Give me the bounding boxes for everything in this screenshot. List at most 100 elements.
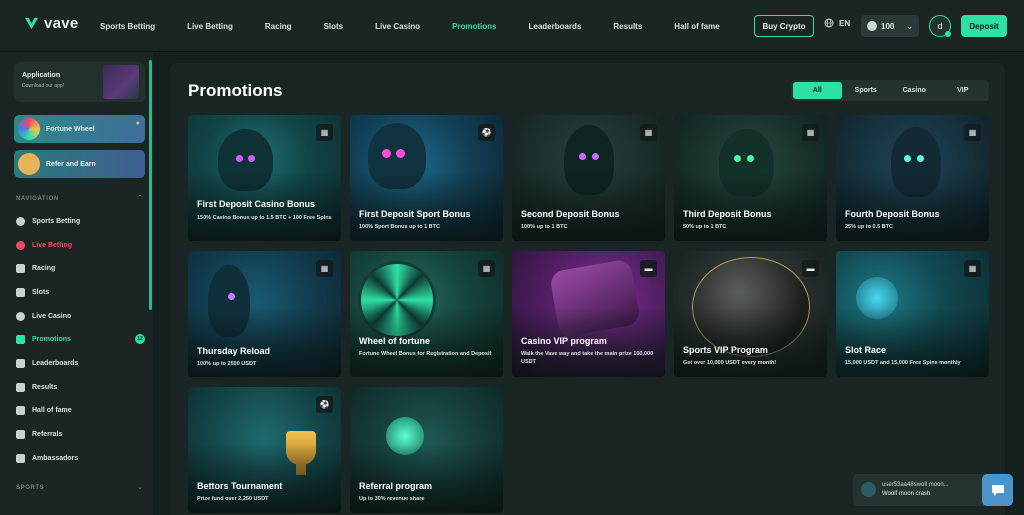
filter-sports[interactable]: Sports xyxy=(842,82,891,99)
promo-card-title: Third Deposit Bonus xyxy=(683,209,772,219)
chevron-down-icon[interactable]: ⌄ xyxy=(137,483,143,491)
casino-tag-icon: ▦ xyxy=(478,260,495,277)
chevron-up-icon[interactable]: ⌃ xyxy=(137,194,143,202)
sports-tag-icon: ⚽ xyxy=(478,124,495,141)
filter-vip[interactable]: VIP xyxy=(939,82,988,99)
app-download-card[interactable]: Application Download our app! xyxy=(14,62,145,102)
sidebar-item-live-betting[interactable]: Live Betting xyxy=(16,237,146,253)
sidebar-item-sports-betting[interactable]: Sports Betting xyxy=(16,213,146,229)
promo-card-title: First Deposit Sport Bonus xyxy=(359,209,471,219)
coin-icon xyxy=(867,21,877,31)
avatar-initial: d xyxy=(937,21,943,31)
sidebar-item-label: Live Betting xyxy=(32,241,73,249)
promo-card-sports-vip[interactable]: ▬ Sports VIP Program Get over 10,000 USD… xyxy=(674,251,827,377)
sidebar-item-label: Leaderboards xyxy=(32,359,79,367)
sidebar-item-label: Referrals xyxy=(32,430,63,438)
promo-card-casino-vip[interactable]: ▬ Casino VIP program Walk the Vave way a… xyxy=(512,251,665,377)
casino-tag-icon: ▦ xyxy=(640,124,657,141)
promo-card-slot-race[interactable]: ▦ Slot Race 15,000 USDT and 15,000 Free … xyxy=(836,251,989,377)
casino-chip-icon xyxy=(16,311,25,321)
promo-card-title: Thursday Reload xyxy=(197,346,271,356)
vave-logo-icon xyxy=(24,17,39,30)
nav-promotions[interactable]: Promotions xyxy=(452,22,496,31)
promo-card-referral-program[interactable]: Referral program Up to 30% revenue share xyxy=(350,387,503,513)
promo-card-thursday-reload[interactable]: ▦ Thursday Reload 100% up to 2500 USDT xyxy=(188,251,341,377)
promo-card-title: Bettors Tournament xyxy=(197,481,283,491)
fortune-wheel-button[interactable]: Fortune Wheel ● xyxy=(14,115,145,143)
promo-card-first-deposit-casino[interactable]: ▦ First Deposit Casino Bonus 150% Casino… xyxy=(188,115,341,241)
language-label: EN xyxy=(839,18,851,28)
promo-card-subtitle: 100% up to 2500 USDT xyxy=(197,361,257,367)
promo-card-title: Casino VIP program xyxy=(521,336,607,346)
sidebar-scrollbar[interactable] xyxy=(149,60,152,310)
balance-amount: 100 xyxy=(881,21,895,31)
promo-card-subtitle: Up to 30% revenue share xyxy=(359,496,425,502)
avatar[interactable]: d xyxy=(929,15,951,37)
logo[interactable]: vave xyxy=(24,15,79,32)
nav-results[interactable]: Results xyxy=(613,22,642,31)
promotions-count-badge: 12 xyxy=(135,334,145,344)
sidebar-item-label: Live Casino xyxy=(32,312,72,320)
deposit-button[interactable]: Deposit xyxy=(961,15,1007,37)
nav-racing[interactable]: Racing xyxy=(265,22,292,31)
trophy-icon xyxy=(16,405,25,415)
sidebar-item-results[interactable]: Results xyxy=(16,379,146,395)
casino-tag-icon: ▦ xyxy=(316,124,333,141)
sidebar-item-label: Sports Betting xyxy=(32,217,81,225)
language-selector[interactable]: EN xyxy=(824,18,850,28)
sidebar-item-hall-of-fame[interactable]: Hall of fame xyxy=(16,402,146,418)
nav-slots[interactable]: Slots xyxy=(324,22,344,31)
sidebar-item-referrals[interactable]: Referrals xyxy=(16,426,146,442)
promo-card-bettors-tournament[interactable]: ⚽ Bettors Tournament Prize fund over 2,2… xyxy=(188,387,341,513)
logo-text: vave xyxy=(44,15,79,32)
sidebar-item-label: Ambassadors xyxy=(32,454,79,462)
slots-icon xyxy=(16,287,25,297)
top-bar: vave Sports Betting Live Betting Racing … xyxy=(0,0,1024,52)
promo-card-subtitle: 50% up to 1 BTC xyxy=(683,224,727,230)
promo-card-fourth-deposit[interactable]: ▦ Fourth Deposit Bonus 25% up to 0.5 BTC xyxy=(836,115,989,241)
nav-hall-of-fame[interactable]: Hall of fame xyxy=(674,22,719,31)
promo-card-wheel-of-fortune[interactable]: ▦ Wheel of fortune Fortune Wheel Bonus f… xyxy=(350,251,503,377)
promo-card-subtitle: 25% up to 0.5 BTC xyxy=(845,224,893,230)
refer-and-earn-label: Refer and Earn xyxy=(46,160,96,168)
balance-selector[interactable]: 100 ⌄ xyxy=(861,15,919,37)
app-card-title: Application xyxy=(22,72,61,79)
filter-all[interactable]: All xyxy=(793,82,842,99)
casino-tag-icon: ▦ xyxy=(964,124,981,141)
promotions-icon xyxy=(16,334,25,344)
card-shade xyxy=(350,387,503,513)
sidebar-item-promotions[interactable]: Promotions xyxy=(16,331,146,347)
online-status-dot xyxy=(945,31,951,37)
sidebar-item-label: Results xyxy=(32,383,58,391)
nav-live-betting[interactable]: Live Betting xyxy=(187,22,233,31)
chat-open-button[interactable] xyxy=(982,474,1013,506)
promo-card-second-deposit[interactable]: ▦ Second Deposit Bonus 100% up to 1 BTC xyxy=(512,115,665,241)
nav-sports-betting[interactable]: Sports Betting xyxy=(100,22,155,31)
flag-icon xyxy=(16,382,25,392)
fortune-wheel-icon xyxy=(18,118,40,140)
promo-card-subtitle: 15,000 USDT and 15,000 Free Spins monthl… xyxy=(845,360,961,366)
sidebar-item-leaderboards[interactable]: Leaderboards xyxy=(16,355,146,371)
filter-casino[interactable]: Casino xyxy=(890,82,939,99)
bell-icon: ● xyxy=(135,120,140,127)
sidebar-item-ambassadors[interactable]: Ambassadors xyxy=(16,450,146,466)
sidebar-item-racing[interactable]: Racing xyxy=(16,260,146,276)
refer-character-icon xyxy=(18,153,40,175)
app-card-subtitle: Download our app! xyxy=(22,83,64,89)
promo-card-title: First Deposit Casino Bonus xyxy=(197,199,316,209)
main-nav: Sports Betting Live Betting Racing Slots… xyxy=(84,0,736,52)
promo-card-title: Slot Race xyxy=(845,345,887,355)
sidebar-item-slots[interactable]: Slots xyxy=(16,284,146,300)
sidebar-item-label: Racing xyxy=(32,264,56,272)
promo-card-subtitle: Fortune Wheel Bonus for Registration and… xyxy=(359,351,492,357)
nav-live-casino[interactable]: Live Casino xyxy=(375,22,420,31)
casino-tag-icon: ▦ xyxy=(316,260,333,277)
refer-and-earn-button[interactable]: Refer and Earn xyxy=(14,150,145,178)
fortune-wheel-label: Fortune Wheel xyxy=(46,125,95,133)
buy-crypto-button[interactable]: Buy Crypto xyxy=(754,15,814,37)
promo-card-third-deposit[interactable]: ▦ Third Deposit Bonus 50% up to 1 BTC xyxy=(674,115,827,241)
promo-card-first-deposit-sport[interactable]: ⚽ First Deposit Sport Bonus 100% Sport B… xyxy=(350,115,503,241)
chat-widget[interactable]: user53aa48swoll moon... Woolf moon crash xyxy=(853,474,1013,506)
nav-leaderboards[interactable]: Leaderboards xyxy=(528,22,581,31)
sidebar-item-live-casino[interactable]: Live Casino xyxy=(16,308,146,324)
